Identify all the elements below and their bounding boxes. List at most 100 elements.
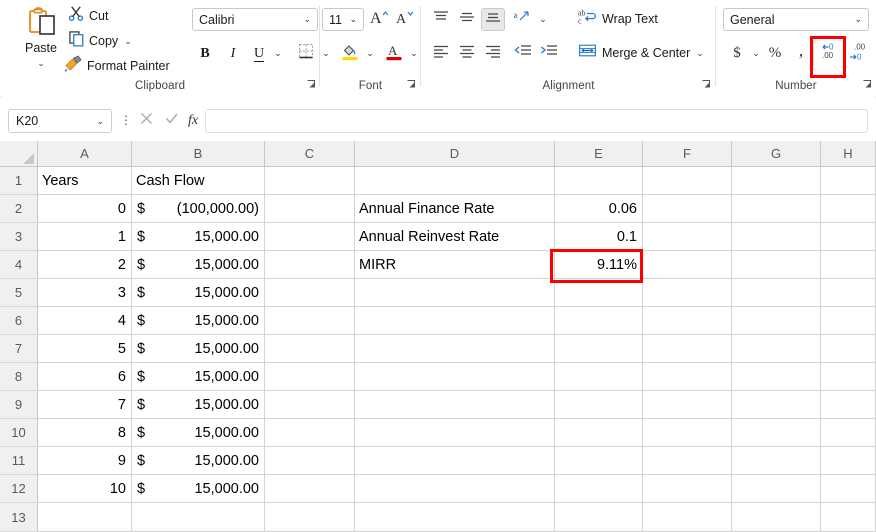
cell-B1[interactable]: Cash Flow bbox=[132, 167, 265, 195]
align-top-button[interactable] bbox=[429, 8, 453, 31]
borders-dropdown-caret[interactable]: ⌄ bbox=[320, 42, 332, 64]
column-header-h[interactable]: H bbox=[821, 141, 876, 167]
italic-button[interactable]: I bbox=[222, 42, 244, 65]
cell-D8[interactable] bbox=[355, 363, 555, 391]
cell-A11[interactable]: 9 bbox=[38, 447, 132, 475]
cell-F10[interactable] bbox=[643, 419, 732, 447]
cell-B13[interactable] bbox=[132, 503, 265, 532]
row-header-12[interactable]: 12 bbox=[0, 475, 38, 503]
cell-A9[interactable]: 7 bbox=[38, 391, 132, 419]
cell-F8[interactable] bbox=[643, 363, 732, 391]
number-dialog-launcher[interactable] bbox=[862, 79, 874, 91]
row-header-6[interactable]: 6 bbox=[0, 307, 38, 335]
row-header-5[interactable]: 5 bbox=[0, 279, 38, 307]
cell-G8[interactable] bbox=[732, 363, 821, 391]
cell-F1[interactable] bbox=[643, 167, 732, 195]
select-all-button[interactable] bbox=[0, 141, 38, 167]
cell-H11[interactable] bbox=[821, 447, 876, 475]
cell-H1[interactable] bbox=[821, 167, 876, 195]
cell-A10[interactable]: 8 bbox=[38, 419, 132, 447]
row-header-11[interactable]: 11 bbox=[0, 447, 38, 475]
cell-G1[interactable] bbox=[732, 167, 821, 195]
cell-A12[interactable]: 10 bbox=[38, 475, 132, 503]
text-orientation-button[interactable]: a bbox=[511, 8, 535, 31]
cell-A5[interactable]: 3 bbox=[38, 279, 132, 307]
font-name-combo[interactable]: Calibri ⌄ bbox=[192, 8, 318, 31]
cell-C4[interactable] bbox=[265, 251, 355, 279]
column-header-g[interactable]: G bbox=[732, 141, 821, 167]
cell-H2[interactable] bbox=[821, 195, 876, 223]
decrease-font-size-button[interactable]: A bbox=[394, 8, 418, 31]
format-painter-button[interactable]: Format Painter bbox=[64, 55, 214, 77]
cell-D13[interactable] bbox=[355, 503, 555, 532]
cell-B4[interactable]: $ 15,000.00 bbox=[132, 251, 265, 279]
cell-E6[interactable] bbox=[555, 307, 643, 335]
cell-F9[interactable] bbox=[643, 391, 732, 419]
align-right-button[interactable] bbox=[481, 42, 505, 65]
row-header-13[interactable]: 13 bbox=[0, 503, 38, 532]
column-header-a[interactable]: A bbox=[38, 141, 132, 167]
clipboard-dialog-launcher[interactable] bbox=[306, 79, 318, 91]
cell-H8[interactable] bbox=[821, 363, 876, 391]
cell-A2[interactable]: 0 bbox=[38, 195, 132, 223]
cell-C1[interactable] bbox=[265, 167, 355, 195]
cell-B8[interactable]: $ 15,000.00 bbox=[132, 363, 265, 391]
cell-A1[interactable]: Years bbox=[38, 167, 132, 195]
cell-E3[interactable]: 0.1 bbox=[555, 223, 643, 251]
cell-E5[interactable] bbox=[555, 279, 643, 307]
cell-F2[interactable] bbox=[643, 195, 732, 223]
cell-G13[interactable] bbox=[732, 503, 821, 532]
cell-C7[interactable] bbox=[265, 335, 355, 363]
cell-H5[interactable] bbox=[821, 279, 876, 307]
name-box[interactable]: K20 ⌄ bbox=[8, 109, 112, 133]
percent-style-button[interactable]: % bbox=[764, 42, 786, 65]
row-header-8[interactable]: 8 bbox=[0, 363, 38, 391]
merge-center-dropdown-caret[interactable]: ⌄ bbox=[696, 48, 704, 59]
row-header-10[interactable]: 10 bbox=[0, 419, 38, 447]
cell-F12[interactable] bbox=[643, 475, 732, 503]
decrease-indent-button[interactable] bbox=[511, 42, 535, 65]
cancel-button[interactable] bbox=[134, 109, 158, 133]
cell-H13[interactable] bbox=[821, 503, 876, 532]
accounting-dropdown-caret[interactable]: ⌄ bbox=[750, 42, 762, 64]
merge-center-button[interactable]: Merge & Center ⌄ bbox=[578, 42, 704, 64]
cell-B5[interactable]: $ 15,000.00 bbox=[132, 279, 265, 307]
fill-color-dropdown-caret[interactable]: ⌄ bbox=[364, 42, 376, 64]
cell-H4[interactable] bbox=[821, 251, 876, 279]
cell-C9[interactable] bbox=[265, 391, 355, 419]
cell-C6[interactable] bbox=[265, 307, 355, 335]
cell-B10[interactable]: $ 15,000.00 bbox=[132, 419, 265, 447]
column-header-c[interactable]: C bbox=[265, 141, 355, 167]
decrease-decimal-button[interactable]: .00 0 bbox=[846, 42, 872, 65]
cell-A7[interactable]: 5 bbox=[38, 335, 132, 363]
insert-function-button[interactable]: fx bbox=[182, 109, 204, 133]
formula-input[interactable] bbox=[205, 109, 868, 133]
cell-G6[interactable] bbox=[732, 307, 821, 335]
cell-F5[interactable] bbox=[643, 279, 732, 307]
cell-B3[interactable]: $ 15,000.00 bbox=[132, 223, 265, 251]
cell-G2[interactable] bbox=[732, 195, 821, 223]
cell-F11[interactable] bbox=[643, 447, 732, 475]
align-left-button[interactable] bbox=[429, 42, 453, 65]
cell-G11[interactable] bbox=[732, 447, 821, 475]
copy-button[interactable]: Copy ⌄ bbox=[68, 30, 188, 52]
cell-C3[interactable] bbox=[265, 223, 355, 251]
copy-dropdown-caret[interactable]: ⌄ bbox=[124, 36, 132, 47]
column-header-b[interactable]: B bbox=[132, 141, 265, 167]
cell-E11[interactable] bbox=[555, 447, 643, 475]
enter-button[interactable] bbox=[160, 109, 184, 133]
alignment-dialog-launcher[interactable] bbox=[701, 79, 713, 91]
cell-A6[interactable]: 4 bbox=[38, 307, 132, 335]
number-format-combo[interactable]: General ⌄ bbox=[723, 8, 869, 31]
underline-dropdown-caret[interactable]: ⌄ bbox=[272, 42, 284, 64]
cell-G9[interactable] bbox=[732, 391, 821, 419]
cell-D11[interactable] bbox=[355, 447, 555, 475]
cell-A8[interactable]: 6 bbox=[38, 363, 132, 391]
cell-C13[interactable] bbox=[265, 503, 355, 532]
cell-G5[interactable] bbox=[732, 279, 821, 307]
font-size-combo[interactable]: 11 ⌄ bbox=[322, 8, 364, 31]
column-header-d[interactable]: D bbox=[355, 141, 555, 167]
cell-B12[interactable]: $ 15,000.00 bbox=[132, 475, 265, 503]
cell-D12[interactable] bbox=[355, 475, 555, 503]
cell-C11[interactable] bbox=[265, 447, 355, 475]
